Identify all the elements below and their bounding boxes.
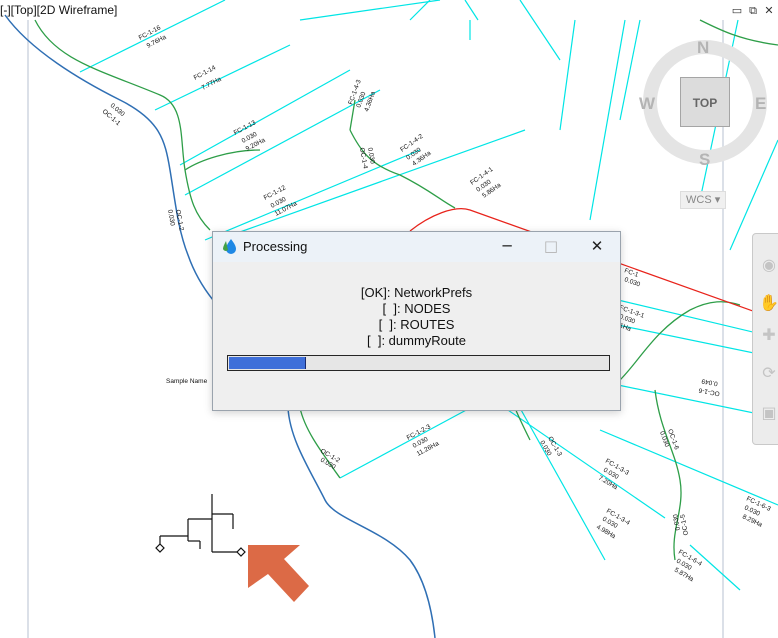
catchment-line (299, 0, 441, 21)
catchment-line (239, 129, 526, 233)
catchment-line (689, 544, 741, 591)
viewport-label[interactable]: [-][Top][2D Wireframe] (0, 3, 117, 17)
steering-wheel-icon[interactable]: ◉ (758, 254, 778, 276)
channel-path (689, 301, 741, 311)
dialog-maximize-button: □ (543, 237, 559, 255)
status-line: [ ]: dummyRoute (367, 333, 466, 348)
orbit-icon[interactable]: ⟳ (758, 362, 778, 384)
pointer-arrow (248, 545, 309, 602)
drawing-label: 8.29Ha (741, 513, 763, 528)
dialog-title: Processing (243, 239, 308, 254)
catchment-line (464, 0, 479, 21)
progress-bar (227, 355, 610, 371)
dialog-minimize-button[interactable]: ─ (495, 235, 519, 257)
minimize-icon[interactable]: ▭ (730, 4, 744, 18)
status-line: [ ]: ROUTES (378, 317, 455, 332)
catchment-line (204, 149, 421, 241)
drawing-label: 0.030 (166, 209, 176, 227)
catchment-line (339, 407, 471, 479)
status-line: [ ]: NODES (382, 301, 451, 316)
restore-icon[interactable]: ⧉ (746, 4, 760, 18)
showmotion-icon[interactable]: ▣ (758, 402, 778, 424)
channel-path (349, 129, 456, 209)
viewcube-west[interactable]: W (639, 94, 655, 114)
viewcube-north[interactable]: N (697, 38, 709, 58)
drawing-label: 0.049 (701, 377, 719, 387)
tree-node (236, 547, 246, 557)
viewcube-south[interactable]: S (699, 150, 710, 170)
zoom-extents-icon[interactable]: ✚ (758, 324, 778, 346)
channel-path (654, 389, 682, 561)
drawing-label: 0.030 (623, 276, 641, 288)
catchment-line (619, 19, 641, 121)
catchment-line (589, 19, 626, 221)
water-drop-icon (223, 239, 236, 254)
catchment-line (519, 407, 606, 561)
dialog-close-button[interactable]: ✕ (585, 235, 609, 257)
chevron-down-icon: ▾ (714, 194, 721, 206)
catchment-line (519, 0, 561, 61)
status-line: [OK]: NetworkPrefs (360, 285, 473, 300)
wcs-label: WCS (686, 194, 712, 206)
close-icon[interactable]: ✕ (762, 4, 776, 18)
catchment-line (559, 19, 576, 131)
tree-node (155, 543, 165, 553)
dialog-titlebar[interactable]: Processing ─ □ ✕ (213, 232, 620, 262)
progress-fill (229, 357, 306, 369)
processing-dialog: Processing ─ □ ✕ [OK]: NetworkPrefs [ ]:… (212, 231, 621, 411)
navigation-bar: ◉ ✋ ✚ ⟳ ▣ (752, 233, 778, 445)
drawing-label: 7.77Ha (201, 76, 223, 92)
viewcube-top-face[interactable]: TOP (680, 77, 730, 127)
arrow-shape (248, 545, 309, 602)
pan-icon[interactable]: ✋ (758, 292, 778, 314)
wcs-menu[interactable]: WCS ▾ (680, 191, 727, 209)
viewcube-east[interactable]: E (755, 94, 766, 114)
catchment-line (154, 44, 291, 111)
tree-symbol (155, 494, 246, 557)
sample-name-label: Sample Name (166, 378, 208, 385)
drawing-label: 5.87Ha (673, 567, 695, 584)
